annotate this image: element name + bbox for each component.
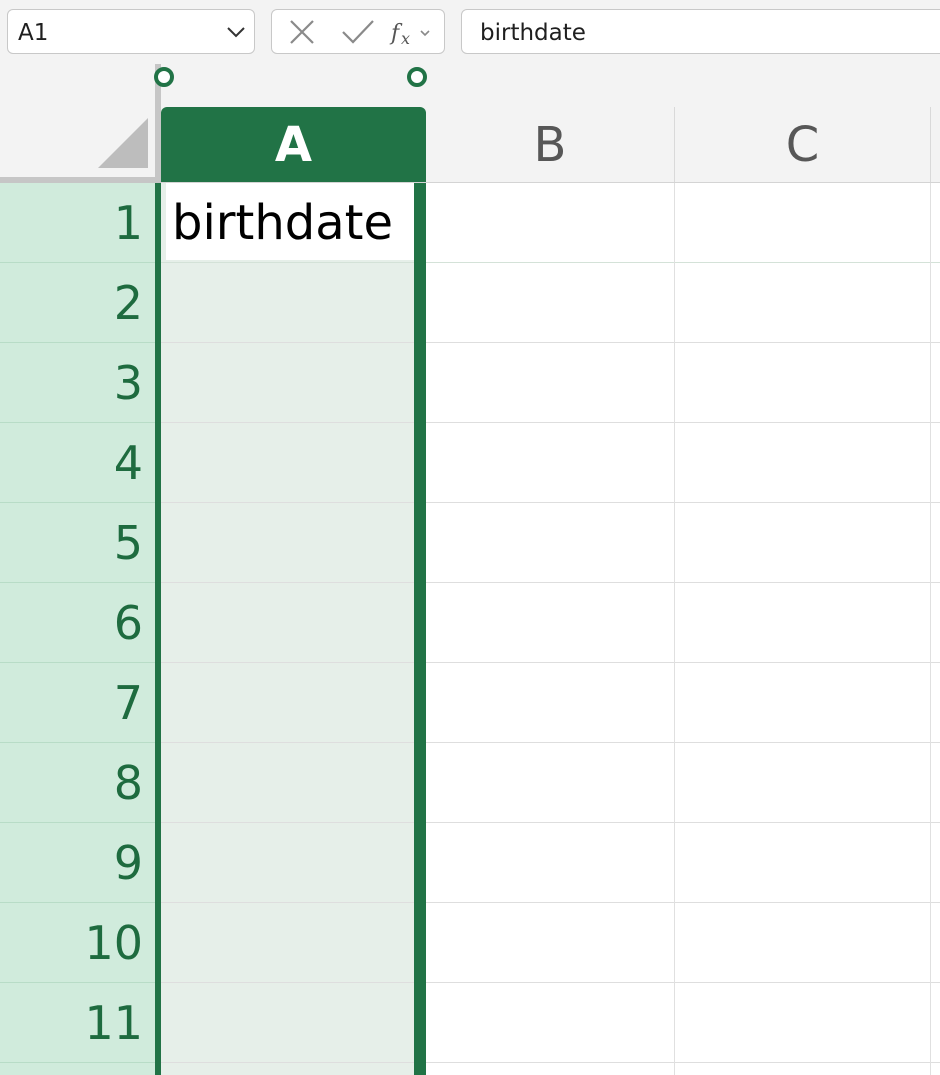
- row-gridline: [161, 502, 940, 503]
- cancel-button[interactable]: [282, 10, 322, 53]
- column-gridline: [674, 183, 675, 1075]
- selection-handle-right[interactable]: [407, 67, 427, 87]
- row-header[interactable]: 9: [0, 823, 155, 903]
- chevron-down-icon[interactable]: [224, 20, 248, 44]
- enter-button[interactable]: [336, 10, 380, 53]
- close-icon: [290, 19, 314, 44]
- checkmark-icon: [342, 19, 374, 44]
- select-all-button[interactable]: [98, 118, 148, 168]
- name-box[interactable]: A1: [7, 9, 255, 54]
- cell-value: birthdate: [172, 195, 394, 251]
- row-header[interactable]: 6: [0, 583, 155, 663]
- formula-buttons: f x: [271, 9, 445, 54]
- row-gridline: [161, 342, 940, 343]
- row-gridline: [161, 422, 940, 423]
- row-header[interactable]: 11: [0, 983, 155, 1063]
- row-gridline: [161, 662, 940, 663]
- row-gridline: [161, 982, 940, 983]
- row-gridline: [161, 582, 940, 583]
- row-gridline: [161, 822, 940, 823]
- active-cell-a1[interactable]: birthdate: [166, 183, 414, 260]
- row-gridline: [161, 902, 940, 903]
- row-gridline: [161, 742, 940, 743]
- formula-bar: A1 f x birthdate: [0, 0, 940, 64]
- selection-border: [414, 183, 426, 1075]
- selection-handle-left[interactable]: [154, 67, 174, 87]
- column-gridline: [930, 183, 931, 1075]
- row-header[interactable]: 8: [0, 743, 155, 823]
- column-header-c[interactable]: C: [675, 107, 930, 183]
- insert-function-button[interactable]: f x: [388, 10, 440, 53]
- name-box-value: A1: [18, 20, 49, 46]
- function-icon: f x: [389, 21, 430, 47]
- row-header[interactable]: 10: [0, 903, 155, 983]
- row-gridline: [161, 1062, 940, 1063]
- row-header[interactable]: 1: [0, 183, 155, 263]
- row-header[interactable]: 2: [0, 263, 155, 343]
- selected-column-range[interactable]: [161, 183, 426, 1075]
- row-header[interactable]: 7: [0, 663, 155, 743]
- formula-input[interactable]: birthdate: [461, 9, 940, 54]
- row-gridline: [161, 262, 940, 263]
- column-header-b[interactable]: B: [426, 107, 674, 183]
- row-header[interactable]: 3: [0, 343, 155, 423]
- row-header[interactable]: 4: [0, 423, 155, 503]
- row-header-column: 1 2 3 4 5 6 7 8 9 10 11: [0, 183, 155, 1075]
- formula-value: birthdate: [480, 20, 586, 46]
- row-header[interactable]: 5: [0, 503, 155, 583]
- column-header-a[interactable]: A: [161, 107, 426, 183]
- column-divider: [930, 107, 931, 183]
- svg-text:x: x: [401, 29, 410, 47]
